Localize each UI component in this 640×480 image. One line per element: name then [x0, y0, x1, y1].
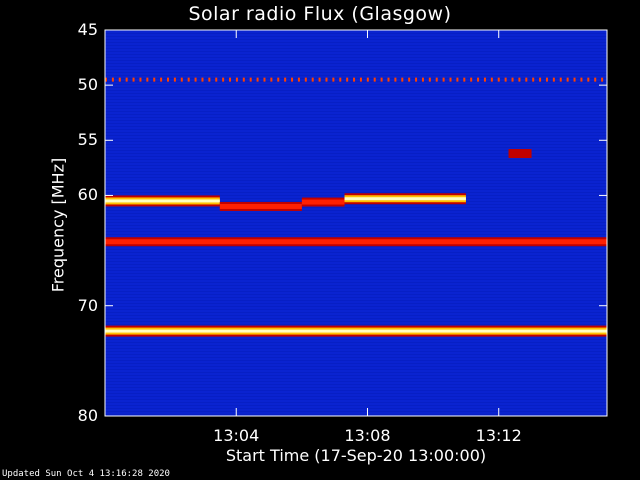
interference-mark	[125, 77, 128, 82]
interference-mark	[477, 77, 480, 82]
y-tick-label: 45	[77, 20, 98, 39]
interference-mark	[180, 77, 183, 82]
interference-mark	[373, 77, 376, 82]
x-tick-label: 13:12	[475, 426, 522, 445]
interference-mark	[449, 77, 452, 82]
y-tick-label: 70	[77, 295, 98, 315]
y-tick-label: 50	[77, 75, 98, 95]
interference-mark	[346, 77, 349, 82]
updated-timestamp: Updated Sun Oct 4 13:16:28 2020	[2, 469, 170, 479]
interference-mark	[539, 77, 542, 82]
interference-mark	[118, 77, 121, 82]
interference-mark	[318, 77, 321, 82]
emission-band	[219, 203, 302, 209]
interference-mark	[297, 77, 300, 82]
interference-mark	[532, 77, 535, 82]
interference-mark	[332, 77, 335, 82]
x-axis-label: Start Time (17-Sep-20 13:00:00)	[225, 446, 487, 465]
interference-mark	[263, 77, 266, 82]
spectrogram-texture	[105, 30, 607, 416]
emission-band	[105, 239, 607, 245]
interference-mark	[401, 77, 404, 82]
interference-mark	[428, 77, 431, 82]
interference-mark	[353, 77, 356, 82]
interference-mark	[580, 77, 583, 82]
interference-mark	[111, 77, 114, 82]
interference-mark	[573, 77, 576, 82]
interference-mark	[435, 77, 438, 82]
interference-mark	[525, 77, 528, 82]
interference-mark	[470, 77, 473, 82]
interference-mark	[235, 77, 238, 82]
interference-mark	[222, 77, 225, 82]
interference-mark	[394, 77, 397, 82]
interference-mark	[277, 77, 280, 82]
interference-mark	[242, 77, 245, 82]
interference-mark	[483, 77, 486, 82]
x-tick-label: 13:04	[213, 426, 260, 445]
interference-mark	[339, 77, 342, 82]
interference-mark	[256, 77, 259, 82]
interference-mark	[167, 77, 170, 82]
interference-mark	[284, 77, 287, 82]
interference-mark	[587, 77, 590, 82]
interference-mark	[270, 77, 273, 82]
interference-mark	[249, 77, 252, 82]
interference-mark	[408, 77, 411, 82]
interference-mark	[387, 77, 390, 82]
interference-mark	[518, 77, 521, 82]
interference-mark	[311, 77, 314, 82]
interference-mark	[325, 77, 328, 82]
interference-mark	[421, 77, 424, 82]
interference-mark	[160, 77, 163, 82]
interference-mark	[463, 77, 466, 82]
y-tick-label: 55	[77, 130, 98, 150]
interference-mark	[194, 77, 197, 82]
interference-mark	[139, 77, 142, 82]
y-tick-label: 80	[77, 406, 98, 425]
band-core	[105, 329, 607, 333]
interference-mark	[359, 77, 362, 82]
interference-mark	[594, 77, 597, 82]
interference-mark	[545, 77, 548, 82]
interference-mark	[552, 77, 555, 82]
interference-mark	[229, 77, 232, 82]
interference-mark	[173, 77, 176, 82]
interference-mark	[153, 77, 156, 82]
interference-mark	[442, 77, 445, 82]
interference-mark	[132, 77, 135, 82]
interference-mark	[291, 77, 294, 82]
interference-mark	[415, 77, 418, 82]
band-core	[105, 199, 220, 203]
y-axis-label: Frequency [MHz]	[48, 157, 68, 293]
interference-mark	[215, 77, 218, 82]
interference-mark	[366, 77, 369, 82]
interference-mark	[566, 77, 569, 82]
emission-band	[301, 199, 345, 205]
interference-mark	[511, 77, 514, 82]
interference-mark	[187, 77, 190, 82]
interference-mark	[559, 77, 562, 82]
interference-mark	[380, 77, 383, 82]
band-core	[344, 197, 466, 201]
interference-mark	[201, 77, 204, 82]
interference-mark	[456, 77, 459, 82]
interference-mark	[208, 77, 211, 82]
interference-mark	[304, 77, 307, 82]
x-tick-label: 13:08	[344, 426, 391, 445]
interference-mark	[146, 77, 149, 82]
emission-band	[508, 151, 532, 157]
interference-mark	[504, 77, 507, 82]
interference-mark	[490, 77, 493, 82]
interference-mark	[497, 77, 500, 82]
interference-mark	[601, 77, 604, 82]
